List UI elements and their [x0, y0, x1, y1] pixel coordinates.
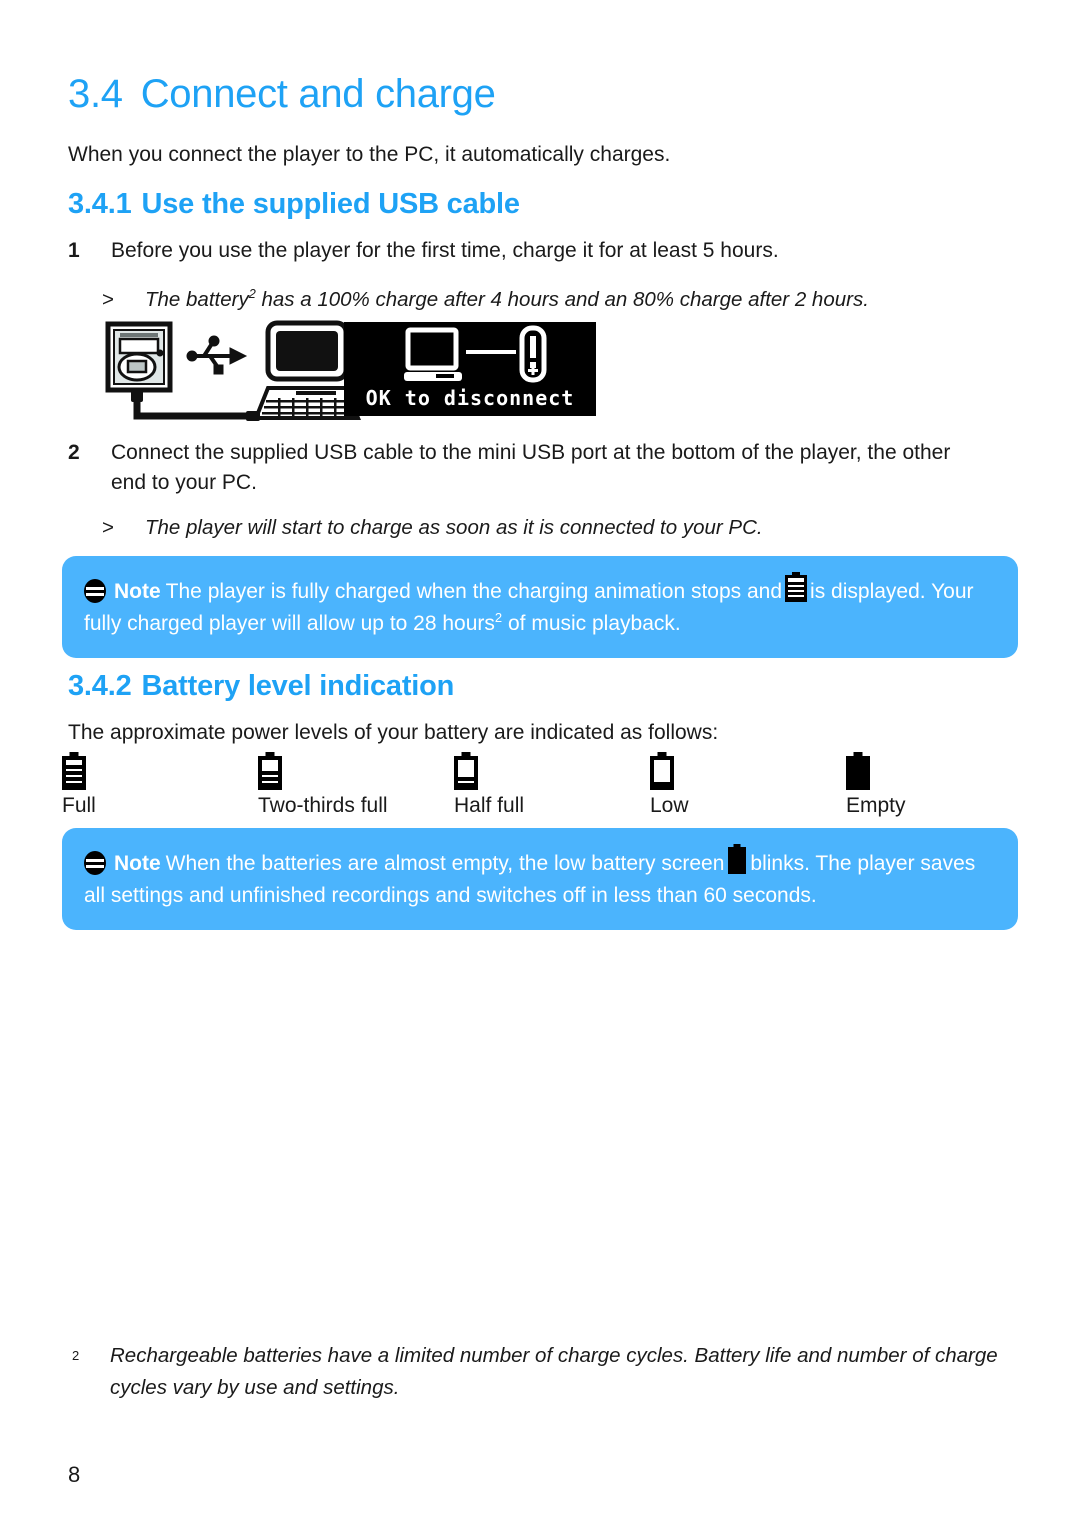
note-label: Note: [114, 580, 161, 603]
battery-level-label: Full: [62, 794, 96, 817]
note-text-part-3: of music playback.: [502, 612, 681, 635]
subsection-title-battery: Battery level indication: [141, 670, 455, 702]
battery-low-icon: [650, 752, 674, 790]
battery-two-thirds-icon: [258, 752, 282, 790]
step-marker: 1: [68, 239, 80, 262]
battery-level-empty: Empty: [846, 752, 906, 817]
note-box-fully-charged: Note The player is fully charged when the…: [62, 556, 1018, 658]
lcd-computer-icon: [404, 327, 462, 381]
result-text: The player will start to charge as soon …: [145, 516, 763, 539]
pc-keyboard-icon: [253, 386, 361, 420]
battery-half-icon: [454, 752, 478, 790]
usb-cable-icon: [131, 390, 260, 421]
result-marker: >: [102, 516, 114, 539]
lcd-graphic: [404, 325, 547, 383]
battery-level-row: Full Two-thirds full Half full Low Empty: [62, 752, 1022, 822]
section-title: Connect and charge: [140, 72, 496, 116]
result-text-before-sup: The battery: [145, 288, 249, 311]
battery-full-icon: [785, 572, 808, 602]
battery-level-full: Full: [62, 752, 96, 817]
battery-level-label: Low: [650, 794, 689, 817]
lcd-screen-ok-to-disconnect: OK to disconnect: [344, 322, 596, 416]
step-text: Connect the supplied USB cable to the mi…: [111, 441, 951, 494]
section-intro-text: When you connect the player to the PC, i…: [68, 143, 671, 166]
page-number: 8: [68, 1462, 81, 1487]
battery-level-label: Half full: [454, 794, 525, 817]
footnote-reference: 2: [248, 286, 256, 302]
battery-full-icon: [62, 752, 86, 790]
note-label: Note: [114, 852, 161, 875]
note-text-part-1: When the batteries are almost empty, the…: [165, 852, 725, 875]
step-item-1: 1 Before you use the player for the firs…: [68, 236, 988, 266]
footnote-text: Rechargeable batteries have a limited nu…: [110, 1344, 998, 1399]
usb-symbol-icon: [186, 335, 248, 375]
result-marker: >: [102, 288, 114, 311]
note-icon: [84, 851, 106, 875]
battery-empty-icon: [728, 844, 747, 874]
section-heading: 3.4 Connect and charge: [68, 72, 496, 117]
subsection-heading-usb: 3.4.1 Use the supplied USB cable: [68, 188, 520, 221]
battery-empty-icon: [846, 752, 870, 790]
battery-level-label: Empty: [846, 794, 906, 817]
result-text-after-sup: has a 100% charge after 4 hours and an 8…: [255, 288, 869, 311]
step-item-2: 2 Connect the supplied USB cable to the …: [68, 438, 988, 498]
note-text-part-1: The player is fully charged when the cha…: [165, 580, 783, 603]
battery-level-half: Half full: [454, 752, 524, 817]
pc-monitor-icon: [265, 320, 349, 382]
step-text: Before you use the player for the first …: [111, 239, 779, 262]
result-item-2: > The player will start to charge as soo…: [102, 513, 1002, 542]
subsection-title-usb: Use the supplied USB cable: [141, 188, 521, 220]
step-marker: 2: [68, 441, 80, 464]
battery-level-two-thirds: Two-thirds full: [258, 752, 388, 817]
note-box-low-battery: Note When the batteries are almost empty,…: [62, 828, 1018, 930]
battery-level-label: Two-thirds full: [258, 794, 388, 817]
result-text: The battery2 has a 100% charge after 4 h…: [145, 285, 1002, 314]
battery-intro-text: The approximate power levels of your bat…: [68, 721, 719, 744]
section-number: 3.4: [68, 72, 123, 116]
battery-level-low: Low: [650, 752, 689, 817]
player-device-icon: [105, 321, 173, 393]
lcd-screen-text: OK to disconnect: [365, 386, 575, 410]
document-page: 3.4 Connect and charge When you connect t…: [0, 0, 1080, 1527]
note-icon: [84, 579, 106, 603]
footnote-marker: 2: [72, 1348, 80, 1363]
subsection-number-usb: 3.4.1: [68, 188, 132, 220]
footnote: 2 Rechargeable batteries have a limited …: [68, 1340, 1008, 1404]
lcd-player-icon: [519, 325, 547, 383]
subsection-number-battery: 3.4.2: [68, 670, 132, 702]
result-item-1: > The battery2 has a 100% charge after 4…: [102, 285, 1002, 314]
subsection-heading-battery: 3.4.2 Battery level indication: [68, 670, 454, 703]
